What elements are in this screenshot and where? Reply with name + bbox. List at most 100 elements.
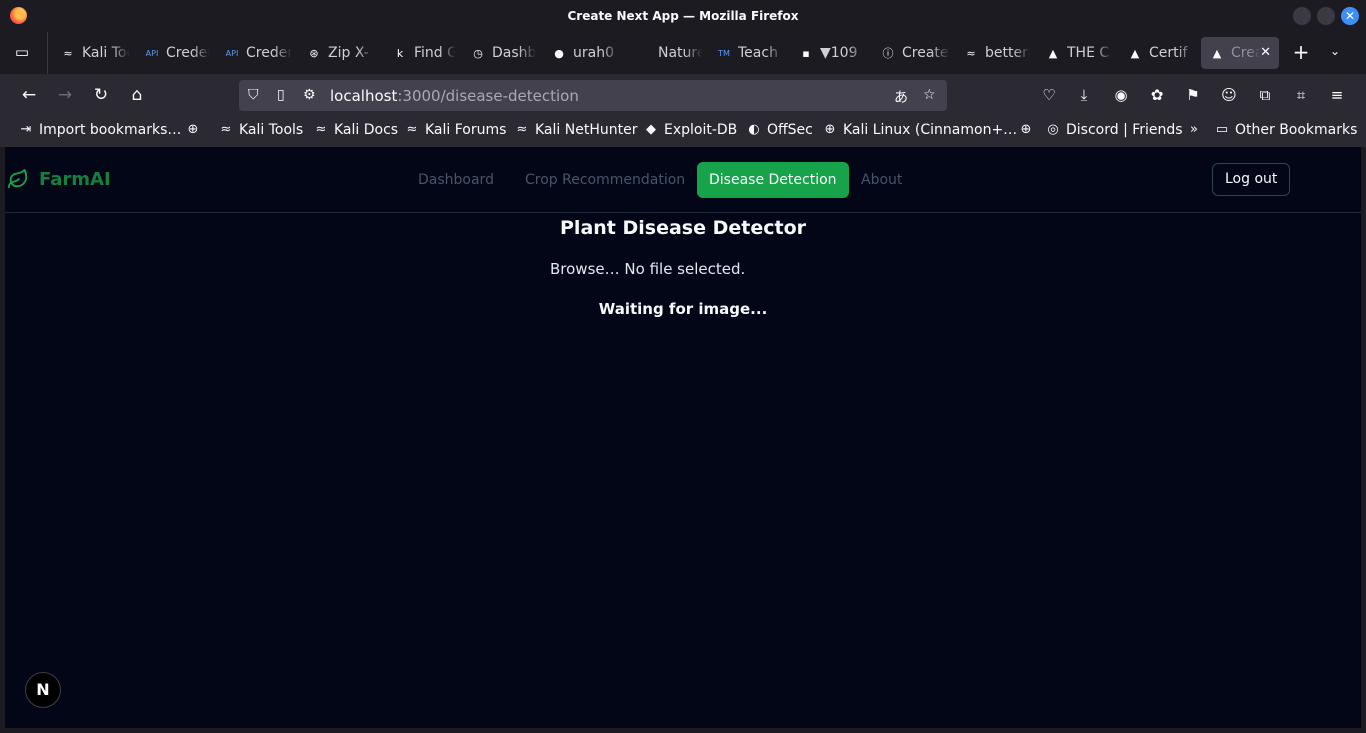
tab[interactable]: ⊛ Zip X-: [298, 37, 376, 69]
logout-button[interactable]: Log out: [1212, 163, 1291, 196]
tab-label: Teach: [738, 45, 778, 61]
tm-icon: TM: [718, 48, 730, 58]
translate-icon[interactable]: あ: [894, 87, 908, 107]
firefox-view-icon[interactable]: ▭: [12, 43, 32, 63]
tab[interactable]: ● urah0: [543, 37, 621, 69]
bookmark-item[interactable]: ⊕: [1018, 122, 1039, 138]
browse-button[interactable]: Browse…: [550, 260, 620, 278]
kali-dragon-icon: ≈: [63, 46, 73, 60]
tab-label: Find Gr: [414, 45, 456, 61]
globe-icon: ⊕: [824, 122, 836, 137]
forward-button[interactable]: →: [55, 85, 75, 105]
tab[interactable]: ≈ better: [955, 37, 1031, 69]
account-icon[interactable]: ◉: [1112, 86, 1130, 104]
api-icon: API: [225, 48, 239, 58]
tab-label: Certif: [1149, 45, 1188, 61]
tab[interactable]: TM Teach: [708, 37, 784, 69]
nav-crop-recommendation[interactable]: Crop Recommendation: [525, 172, 685, 188]
bookmark-item[interactable]: ≈ Kali Forums: [404, 122, 507, 138]
bookmark-label: OffSec: [767, 122, 813, 138]
url-bar[interactable]: ⛉ ▯ ⚙ localhost:3000/disease-detection あ…: [239, 80, 947, 111]
url-path: :3000/disease-detection: [397, 87, 579, 105]
new-tab-button[interactable]: +: [1290, 42, 1312, 64]
page-content: FarmAI Dashboard Crop Recommendation Dis…: [5, 147, 1361, 728]
nextjs-dev-tools-button[interactable]: N: [25, 672, 61, 708]
tab[interactable]: Nature: [628, 37, 702, 69]
tab-active[interactable]: ▲ Create Next App✕: [1201, 37, 1279, 69]
info-icon: ⓘ: [882, 47, 894, 60]
bookmark-item[interactable]: ⇥ Import bookmarks…: [18, 122, 182, 138]
tab-label: THE C: [1067, 45, 1110, 61]
bookmark-item[interactable]: ≈ Kali Tools: [218, 122, 304, 138]
k-icon: k: [396, 46, 404, 60]
maximize-button[interactable]: [1317, 7, 1335, 25]
reload-button[interactable]: ↻: [91, 85, 111, 105]
nav-about[interactable]: About: [861, 172, 902, 188]
tab-label: Nature: [658, 45, 702, 61]
home-button[interactable]: ⌂: [127, 85, 147, 105]
bookmark-label: Discord | Friends: [1066, 122, 1183, 138]
brand[interactable]: FarmAI: [7, 168, 111, 190]
screenshot-icon[interactable]: ⌗: [1292, 86, 1310, 104]
bookmark-item[interactable]: ≈ Kali Docs: [313, 122, 399, 138]
tab-close-icon[interactable]: ✕: [1260, 45, 1271, 60]
tab[interactable]: ≈ Kali Tools: [52, 37, 130, 69]
back-button[interactable]: ←: [19, 85, 39, 105]
bookmark-label: Kali Tools: [239, 122, 304, 138]
url-text[interactable]: localhost:3000/disease-detection: [330, 87, 579, 105]
menu-icon[interactable]: ≡: [1328, 86, 1346, 104]
discord-icon: ◎: [1047, 122, 1059, 137]
openai-icon: ⊛: [309, 46, 319, 60]
list-all-tabs-button[interactable]: ⌄: [1330, 44, 1340, 58]
bookmarks-overflow-button[interactable]: »: [1186, 122, 1207, 138]
bookmark-star-icon[interactable]: ☆: [923, 87, 936, 103]
blank-icon: [636, 45, 652, 61]
tab-label: ▼109: [820, 45, 858, 61]
bookmark-item[interactable]: ≈ Kali NetHunter: [514, 122, 638, 138]
tab[interactable]: ▲ THE C: [1037, 37, 1113, 69]
tab[interactable]: API Credentials: [216, 37, 292, 69]
bookmark-item[interactable]: ◆ Exploit-DB: [643, 122, 737, 138]
github-icon: ●: [554, 46, 564, 60]
extensions-icon[interactable]: ⧉: [1256, 86, 1274, 104]
tab-label: Zip X-: [328, 45, 369, 61]
nav-dashboard[interactable]: Dashboard: [418, 172, 494, 188]
bookmark-item[interactable]: ⊕ Kali Linux (Cinnamon+…: [822, 122, 1018, 138]
extension-icon[interactable]: ⚑: [1184, 86, 1202, 104]
tab-label: Create: [902, 45, 949, 61]
tab[interactable]: ▪ ▼109: [790, 37, 866, 69]
minimize-button[interactable]: [1293, 7, 1311, 25]
exploitdb-icon: ◆: [646, 122, 656, 137]
bookmark-item[interactable]: ◐ OffSec: [746, 122, 813, 138]
page-info-icon[interactable]: ▯: [277, 87, 285, 103]
nextjs-icon: ▲: [1212, 46, 1222, 60]
url-host: localhost: [330, 87, 398, 105]
bookmark-label: Import bookmarks…: [39, 122, 182, 138]
tracking-shield-icon[interactable]: ⛉: [248, 87, 259, 103]
globe-icon: ⊕: [187, 122, 199, 137]
window-close-button[interactable]: ✕: [1341, 7, 1359, 25]
tab[interactable]: ⓘ Create: [872, 37, 950, 69]
tab[interactable]: ◷ Dashboard: [462, 37, 536, 69]
downloads-icon[interactable]: ⤓: [1075, 86, 1093, 104]
bookmark-item[interactable]: ⊕: [185, 122, 206, 138]
clock-icon: ◷: [473, 46, 483, 60]
tab-label: Create Next App: [1231, 45, 1261, 61]
permissions-icon[interactable]: ⚙: [303, 87, 316, 103]
file-input[interactable]: Browse… No file selected.: [550, 260, 745, 278]
nav-disease-detection[interactable]: Disease Detection: [697, 162, 849, 198]
navigation-toolbar: ← → ↻ ⌂ ⛉ ▯ ⚙ localhost:3000/disease-det…: [0, 74, 1366, 116]
prediction-status: Waiting for image...: [598, 300, 768, 318]
drive-icon: ▲: [1130, 46, 1140, 60]
tab[interactable]: k Find Gr: [384, 37, 456, 69]
bookmark-label: Kali NetHunter: [535, 122, 638, 138]
avatar-extension-icon[interactable]: ☺: [1220, 86, 1238, 104]
other-bookmarks-folder[interactable]: ▭ Other Bookmarks: [1214, 122, 1358, 138]
color-extension-icon[interactable]: ✿: [1148, 86, 1166, 104]
pocket-icon[interactable]: ♡: [1040, 86, 1058, 104]
api-icon: API: [145, 48, 159, 58]
tab[interactable]: API Credentials: [136, 37, 210, 69]
bookmark-item[interactable]: ◎ Discord | Friends: [1045, 122, 1183, 138]
window-title: Create Next App — Mozilla Firefox: [567, 9, 799, 23]
tab[interactable]: ▲ Certif: [1119, 37, 1195, 69]
